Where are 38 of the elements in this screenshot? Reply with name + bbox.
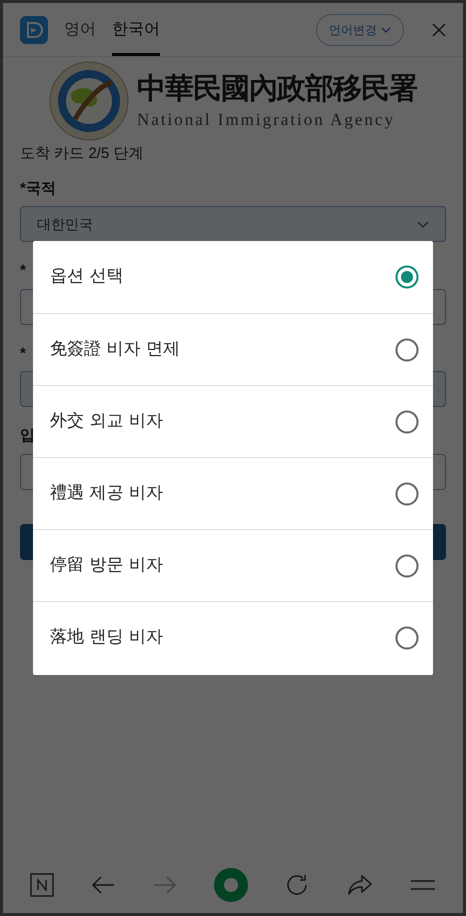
option-row[interactable]: 免簽證 비자 면제 [33, 313, 433, 385]
radio-selected-icon[interactable] [395, 265, 419, 289]
option-label: 禮遇 제공 비자 [50, 482, 163, 505]
option-row[interactable]: 禮遇 제공 비자 [33, 457, 433, 529]
home-icon[interactable] [214, 868, 248, 902]
option-label: 停留 방문 비자 [50, 554, 163, 577]
agency-title: 中華民國內政部移民署 [137, 70, 417, 108]
chevron-down-icon [381, 26, 391, 32]
option-label: 免簽證 비자 면제 [50, 338, 180, 361]
step-indicator: 도착 카드 2/5 단계 [20, 144, 144, 164]
radio-icon[interactable] [395, 482, 419, 506]
chevron-down-icon [417, 220, 429, 228]
option-row[interactable]: 옵션 선택 [33, 241, 433, 313]
app-logo-icon [20, 16, 48, 44]
option-row[interactable]: 落地 랜딩 비자 [33, 601, 433, 673]
select-value: 대한민국 [37, 214, 94, 234]
n-square-icon[interactable] [30, 873, 54, 897]
agency-subtitle: National Immigration Agency [137, 109, 396, 132]
radio-icon[interactable] [395, 410, 419, 434]
share-icon[interactable] [346, 874, 373, 896]
back-icon[interactable] [91, 875, 116, 895]
option-row[interactable]: 外交 외교 비자 [33, 385, 433, 457]
field-label: *국적 [20, 178, 56, 198]
field-label: 입 [20, 426, 35, 446]
option-label: 落地 랜딩 비자 [50, 626, 163, 649]
refresh-icon[interactable] [285, 873, 310, 897]
menu-icon[interactable] [410, 878, 436, 892]
field-label: * [20, 261, 26, 281]
forward-icon[interactable] [152, 875, 177, 895]
option-label: 옵션 선택 [50, 265, 124, 288]
field-label: * [20, 344, 26, 364]
radio-icon[interactable] [395, 338, 419, 362]
radio-icon[interactable] [395, 626, 419, 650]
close-icon[interactable] [432, 22, 446, 36]
radio-icon[interactable] [395, 554, 419, 578]
option-label: 外交 외교 비자 [50, 410, 163, 433]
option-row[interactable]: 停留 방문 비자 [33, 529, 433, 601]
language-tab[interactable]: 한국어 [112, 3, 160, 56]
